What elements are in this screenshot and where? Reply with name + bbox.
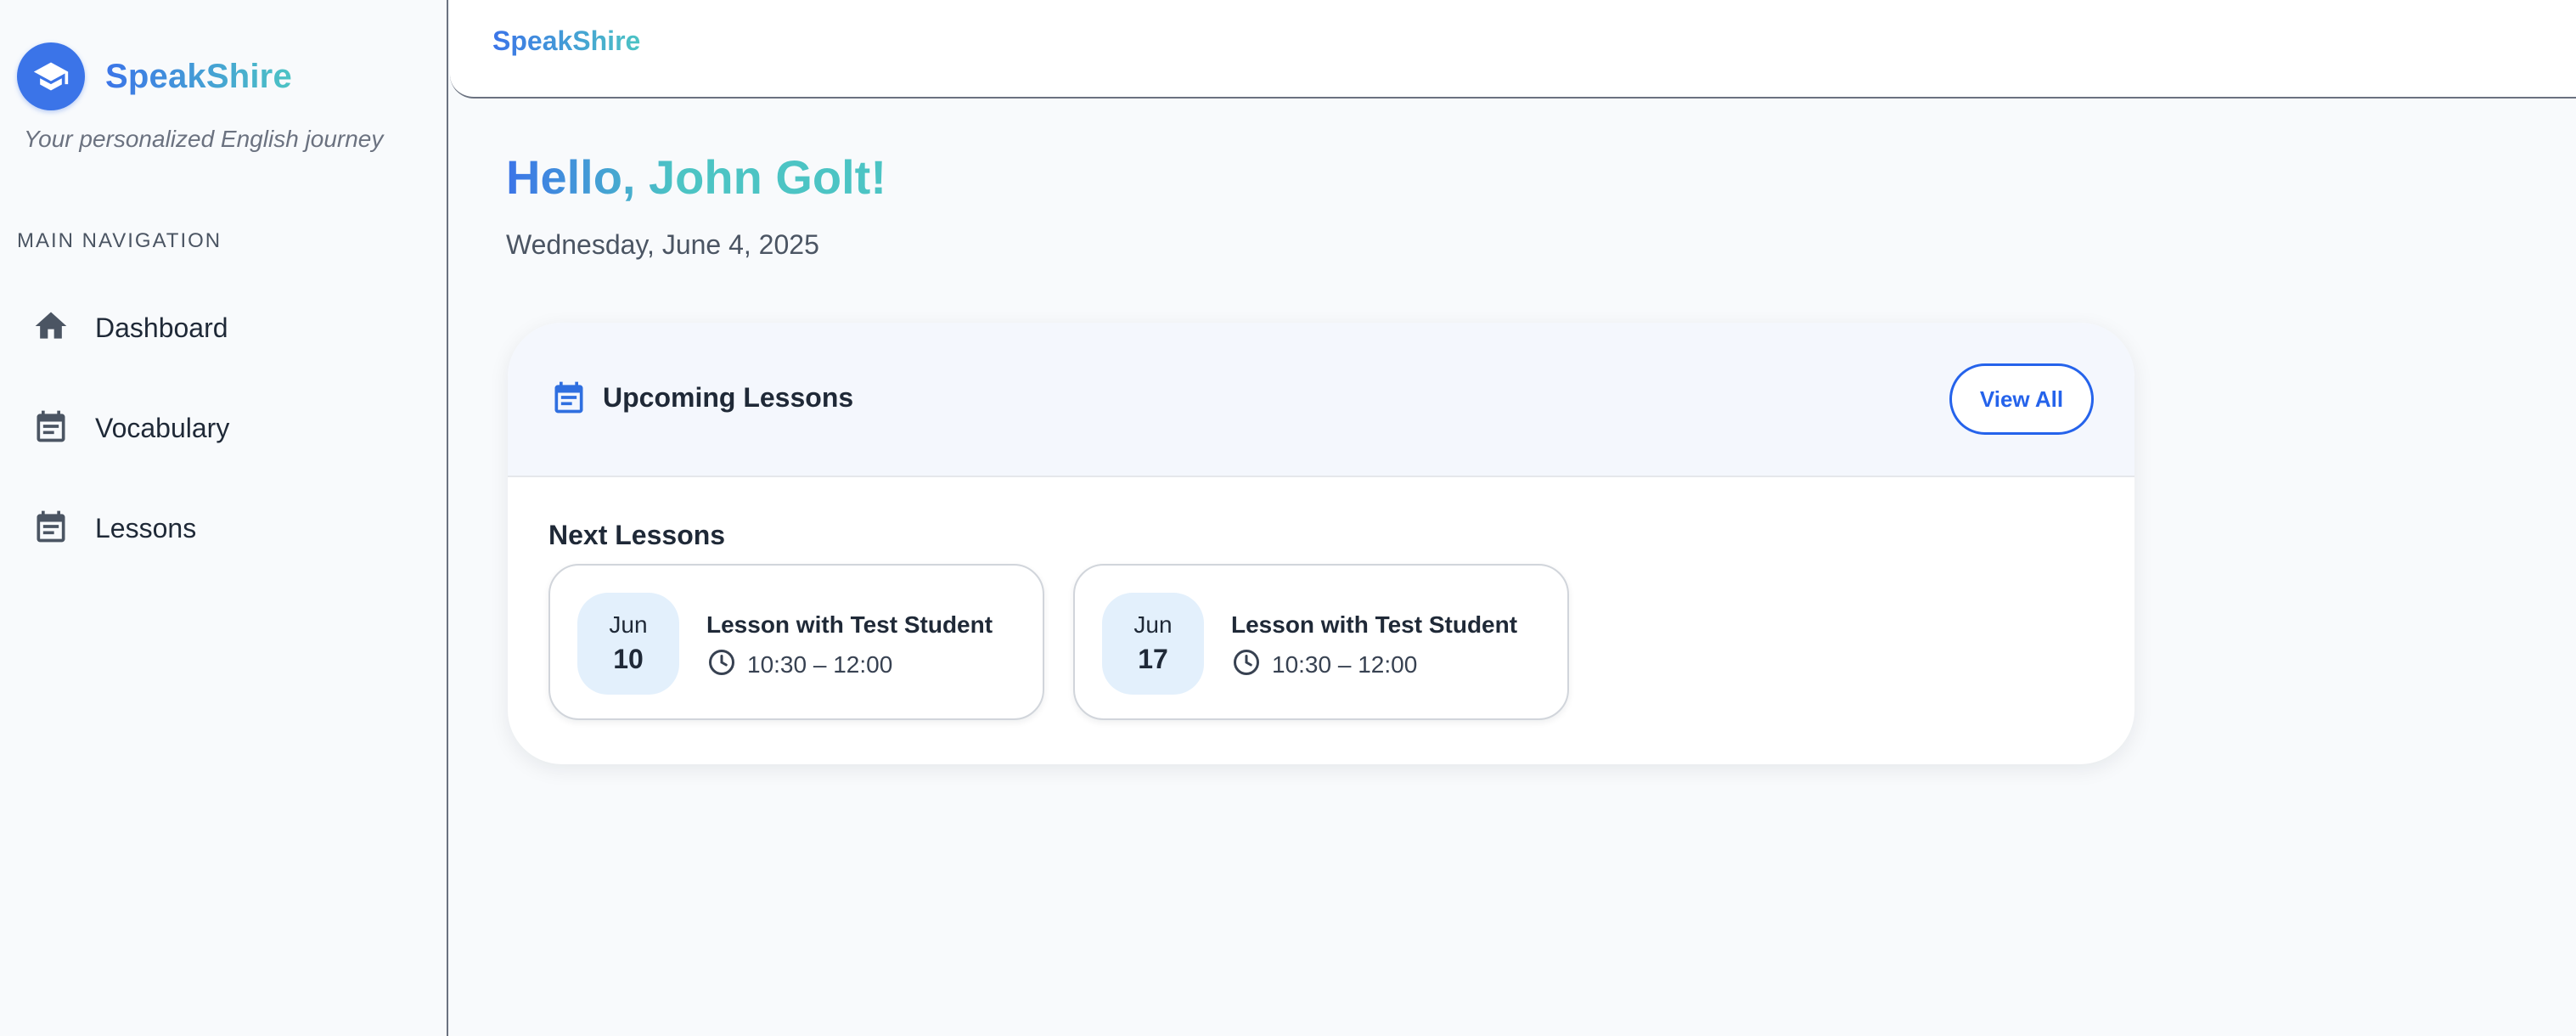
sidebar-item-label: Vocabulary bbox=[95, 412, 230, 443]
sidebar-item-lessons[interactable]: Lessons bbox=[17, 487, 425, 569]
clock-icon bbox=[706, 647, 737, 682]
view-all-button[interactable]: View All bbox=[1949, 363, 2094, 435]
sidebar-item-dashboard[interactable]: Dashboard bbox=[17, 287, 425, 369]
lesson-title: Lesson with Test Student bbox=[1231, 611, 1518, 638]
lesson-time: 10:30 – 12:00 bbox=[706, 647, 892, 682]
current-date: Wednesday, June 4, 2025 bbox=[506, 229, 819, 260]
lesson-card[interactable]: Jun 10 Lesson with Test Student 10:30 – … bbox=[548, 564, 1044, 720]
clock-icon bbox=[1231, 647, 1262, 682]
sidebar-item-vocabulary[interactable]: Vocabulary bbox=[17, 387, 425, 469]
lesson-month: Jun bbox=[1133, 611, 1173, 638]
date-badge: Jun 10 bbox=[577, 593, 679, 695]
graduation-cap-icon bbox=[17, 42, 85, 110]
lesson-card[interactable]: Jun 17 Lesson with Test Student 10:30 – … bbox=[1073, 564, 1569, 720]
topbar-title[interactable]: SpeakShire bbox=[492, 25, 640, 57]
calendar-icon bbox=[32, 508, 70, 549]
lesson-list: Jun 10 Lesson with Test Student 10:30 – … bbox=[548, 564, 1598, 720]
card-title: Upcoming Lessons bbox=[603, 382, 854, 413]
sidebar: SpeakShire Your personalized English jou… bbox=[0, 0, 448, 1036]
lesson-month: Jun bbox=[609, 611, 648, 638]
lesson-title: Lesson with Test Student bbox=[706, 611, 993, 638]
lesson-time-text: 10:30 – 12:00 bbox=[747, 650, 893, 678]
greeting-heading: Hello, John Golt! bbox=[506, 149, 931, 205]
main-navigation: Dashboard Vocabulary Lessons bbox=[17, 287, 425, 588]
lesson-time-text: 10:30 – 12:00 bbox=[1272, 650, 1418, 678]
app-root: SpeakShire Your personalized English jou… bbox=[0, 0, 2576, 1036]
top-bar: SpeakShire bbox=[450, 0, 2576, 99]
date-badge: Jun 17 bbox=[1102, 593, 1204, 695]
card-header: Upcoming Lessons View All bbox=[508, 323, 2134, 477]
brand-name: SpeakShire bbox=[105, 57, 292, 95]
sidebar-item-label: Lessons bbox=[95, 512, 197, 543]
lesson-time: 10:30 – 12:00 bbox=[1231, 647, 1417, 682]
calendar-icon bbox=[32, 408, 70, 449]
sidebar-item-label: Dashboard bbox=[95, 312, 228, 343]
calendar-icon bbox=[550, 379, 588, 416]
lesson-day: 10 bbox=[613, 644, 644, 674]
home-icon bbox=[32, 307, 70, 349]
tagline: Your personalized English journey bbox=[24, 126, 384, 152]
lesson-day: 17 bbox=[1138, 644, 1168, 674]
next-lessons-heading: Next Lessons bbox=[548, 520, 726, 550]
brand[interactable]: SpeakShire bbox=[17, 42, 292, 110]
nav-heading: MAIN NAVIGATION bbox=[17, 229, 222, 252]
upcoming-lessons-card: Upcoming Lessons View All Next Lessons J… bbox=[508, 323, 2134, 764]
